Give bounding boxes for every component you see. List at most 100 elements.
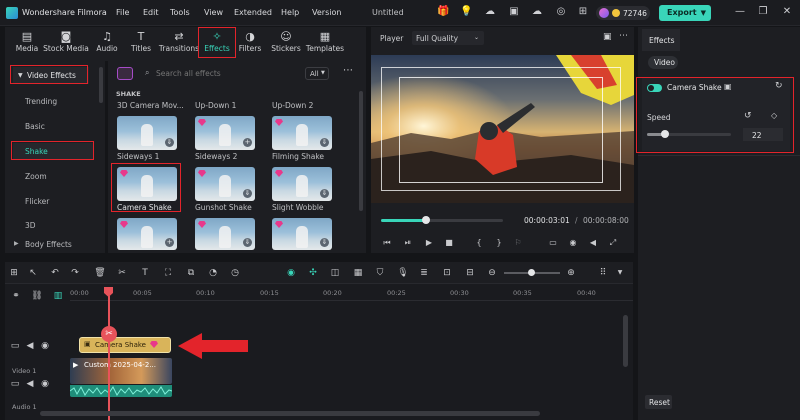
zoom-slider[interactable] (504, 269, 560, 276)
download-icon[interactable]: ⇓ (243, 189, 252, 198)
grid-apps-icon[interactable]: ⊞ (577, 6, 589, 18)
more-options-icon[interactable]: ⋯ (619, 31, 628, 41)
add-track-icon[interactable]: ⚭ (10, 290, 22, 302)
tab-effects-properties[interactable]: Effects (642, 29, 680, 51)
zoom-in-icon[interactable]: ⊕ (565, 267, 577, 279)
timeline-ruler[interactable] (70, 287, 633, 301)
tab-media[interactable]: ▤ Media (7, 29, 47, 59)
sidebar-item-zoom[interactable]: Zoom (25, 172, 47, 181)
export-button[interactable]: Export ▼ (659, 5, 711, 21)
chevron-down-icon[interactable]: ▼ (614, 267, 626, 279)
effect-thumb-sideways-1[interactable]: ⇓ (117, 116, 177, 150)
grid-view-icon[interactable]: ⠿ (597, 267, 609, 279)
tab-transitions[interactable]: ⇄ Transitions (157, 29, 201, 59)
close-icon[interactable]: ✕ (781, 6, 793, 18)
color-icon[interactable]: ◔ (207, 267, 219, 279)
menu-edit[interactable]: Edit (143, 8, 159, 17)
track-manager-icon[interactable]: ▥ (52, 290, 64, 302)
sidebar-item-body-effects[interactable]: ▶ Body Effects (9, 237, 93, 251)
menu-help[interactable]: Help (281, 8, 299, 17)
crop-icon[interactable]: ⛶ (162, 267, 174, 279)
crown-filter-button[interactable] (117, 67, 133, 80)
previous-frame-icon[interactable]: ⏮ (382, 238, 392, 248)
tab-stock-media[interactable]: ◙ Stock Media (43, 29, 89, 59)
download-icon[interactable]: ⇓ (320, 189, 329, 198)
lightbulb-icon[interactable]: 💡 (460, 6, 472, 18)
menu-extended[interactable]: Extended (234, 8, 272, 17)
effects-scrollbar[interactable] (359, 91, 363, 211)
volume-icon[interactable]: ◀ (588, 238, 598, 248)
speaker-icon[interactable]: ◀ (24, 378, 36, 390)
video-clip[interactable]: ▶ Custom 2025-04-2... (70, 358, 172, 384)
playhead-line[interactable] (108, 296, 110, 420)
menu-file[interactable]: File (116, 8, 129, 17)
picture-in-picture-icon[interactable]: ⊡ (441, 267, 453, 279)
effect-thumb-gunshot-shake[interactable]: ⇓ (195, 167, 255, 201)
magnet-icon[interactable]: ✣ (307, 267, 319, 279)
tab-stickers[interactable]: ☺ Stickers (266, 29, 306, 59)
cloud-sync-icon[interactable]: ☁ (531, 6, 543, 18)
minimize-icon[interactable]: — (734, 6, 746, 18)
effect-thumb[interactable]: ⇓ (195, 218, 255, 250)
timeline-horizontal-scrollbar[interactable] (40, 411, 540, 416)
playback-progress[interactable] (381, 216, 503, 224)
add-icon[interactable]: + (165, 238, 174, 247)
effect-thumb[interactable]: ⇓ (272, 218, 332, 250)
video-preview[interactable] (371, 55, 634, 203)
tab-templates[interactable]: ▦ Templates (303, 29, 347, 59)
effect-thumb-filming-shake[interactable]: ⇓ (272, 116, 332, 150)
eye-icon[interactable]: ◉ (39, 340, 51, 352)
headset-icon[interactable]: ◎ (555, 6, 567, 18)
render-preview-icon[interactable]: ⚐ (513, 238, 523, 248)
playhead-scissors-icon[interactable]: ✂ (101, 326, 117, 342)
restore-icon[interactable]: ❐ (757, 6, 769, 18)
folder-icon[interactable]: ▭ (9, 378, 21, 390)
split-view-icon[interactable]: ⊟ (464, 267, 476, 279)
cloud-upload-icon[interactable]: ☁ (484, 6, 496, 18)
download-icon[interactable]: ⇓ (243, 238, 252, 247)
tab-titles[interactable]: T Titles (121, 29, 161, 59)
text-icon[interactable]: T (139, 267, 151, 279)
layout-icon[interactable]: ⊞ (8, 267, 20, 279)
download-icon[interactable]: ⇓ (320, 238, 329, 247)
filter-dropdown[interactable]: All ▼ (305, 67, 329, 80)
select-tool-icon[interactable]: ↖ (27, 267, 39, 279)
quality-dropdown[interactable]: Full Quality ⌄ (412, 31, 484, 45)
speed-icon[interactable]: ◷ (229, 267, 241, 279)
effect-thumb-slight-wobble[interactable]: ⇓ (272, 167, 332, 201)
gift-icon[interactable]: 🎁 (437, 6, 449, 18)
mark-in-icon[interactable]: { (474, 238, 484, 248)
stop-icon[interactable]: ■ (444, 238, 454, 248)
menu-view[interactable]: View (204, 8, 223, 17)
sidebar-item-flicker[interactable]: Flicker (25, 197, 49, 206)
save-icon[interactable]: ▣ (508, 6, 520, 18)
redo-icon[interactable]: ↷ (69, 267, 81, 279)
more-options-icon[interactable]: ⋯ (343, 65, 353, 76)
camera-snapshot-icon[interactable]: ◉ (568, 238, 578, 248)
camera-shake-effect-clip[interactable]: ▣ Camera Shake (79, 337, 171, 353)
speaker-icon[interactable]: ◀ (24, 340, 36, 352)
shield-icon[interactable]: ⛉ (374, 267, 386, 279)
download-icon[interactable]: ⇓ (165, 138, 174, 147)
scissors-icon[interactable]: ✂ (116, 267, 128, 279)
audio-waveform[interactable] (69, 385, 173, 397)
zoom-out-icon[interactable]: ⊖ (486, 267, 498, 279)
play-step-icon[interactable]: ⏯ (403, 238, 413, 248)
add-icon[interactable]: + (243, 138, 252, 147)
detach-icon[interactable]: ⧉ (185, 267, 197, 279)
zoom-slider-knob[interactable] (528, 269, 535, 276)
chevron-down-icon[interactable]: ▼ (701, 5, 706, 21)
sidebar-item-trending[interactable]: Trending (25, 97, 57, 106)
keyframe-panel-icon[interactable]: ▦ (352, 267, 364, 279)
microphone-icon[interactable]: 🎙 (397, 267, 409, 279)
menu-tools[interactable]: Tools (170, 8, 190, 17)
effect-thumb-sideways-2[interactable]: + (195, 116, 255, 150)
mark-out-icon[interactable]: } (494, 238, 504, 248)
stack-icon[interactable]: ≣ (418, 267, 430, 279)
download-icon[interactable]: ⇓ (320, 138, 329, 147)
folder-icon[interactable]: ▭ (9, 340, 21, 352)
reset-button[interactable]: Reset (645, 395, 672, 409)
snapshot-view-icon[interactable]: ▣ (603, 32, 612, 42)
play-icon[interactable]: ▶ (424, 238, 434, 248)
display-icon[interactable]: ▭ (548, 238, 558, 248)
